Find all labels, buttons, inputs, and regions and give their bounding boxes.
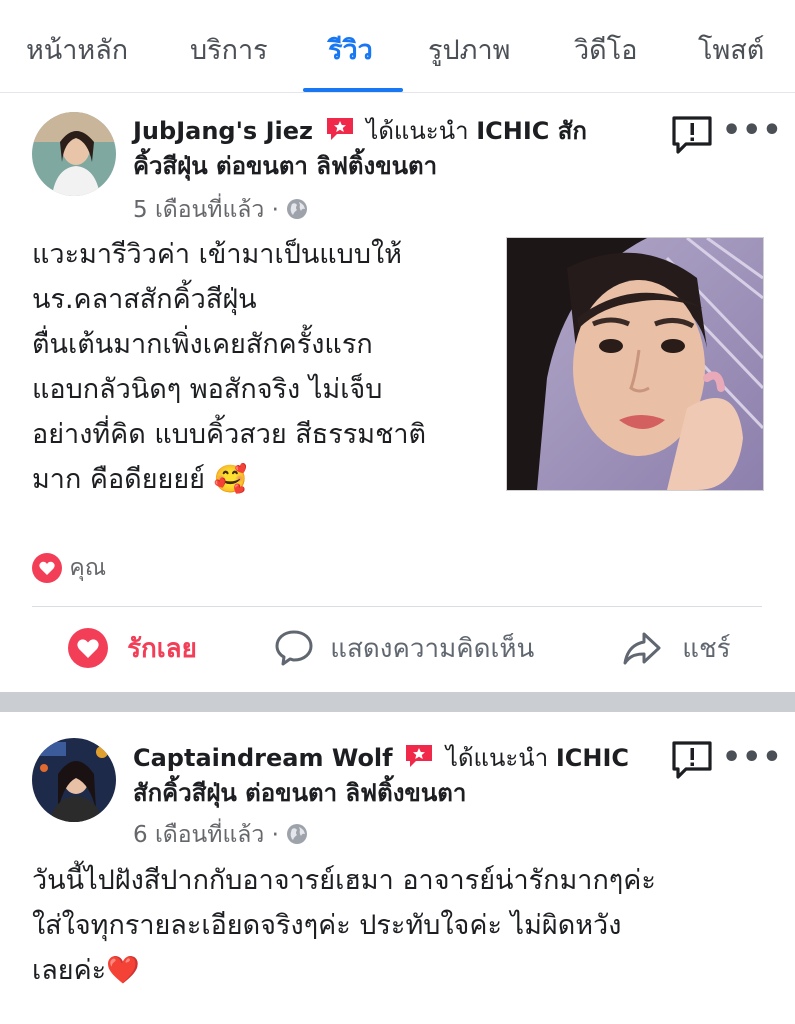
globe-icon [286,823,308,845]
share-button-label: แชร์ [682,634,731,664]
report-flag-icon[interactable] [670,115,714,155]
divider [32,606,762,607]
post-body-line: ใส่ใจทุกรายละเอียดจริงๆค่ะ ประทับใจค่ะ ไ… [32,910,622,941]
post-body-line: แวะมารีวิวค่า เข้ามาเป็นแบบให้ [32,239,402,270]
feed-separator [0,692,795,712]
post-body-line: แอบกลัวนิดๆ พอสักจริง ไม่เจ็บ [32,374,383,405]
love-reaction-icon [32,553,62,583]
post-body: แวะมารีวิวค่า เข้ามาเป็นแบบให้ นร.คลาสสั… [32,232,426,502]
avatar[interactable] [32,112,116,196]
post-timestamp[interactable]: 6 เดือนที่แล้ว [133,822,264,848]
avatar[interactable] [32,738,116,822]
author-name[interactable]: Captaindream Wolf [133,744,393,772]
review-post: JubJang's Jiez ได้แนะนำ ICHIC สัก คิ้วสี… [0,0,795,692]
post-meta: 5 เดือนที่แล้ว · [133,192,308,228]
comment-icon [275,630,313,666]
reaction-summary[interactable]: คุณ [32,550,106,586]
more-options-icon[interactable]: ••• [722,740,783,775]
comment-button-label: แสดงความคิดเห็น [330,634,535,664]
review-post: Captaindream Wolf ได้แนะนำ ICHIC สักคิ้ว… [0,712,795,1024]
love-filled-icon [68,628,108,668]
recommend-text: ได้แนะนำ [445,744,549,772]
page-name-continued[interactable]: สักคิ้วสีฝุ่น ต่อขนตา ลิฟติ้งขนตา [133,779,466,807]
globe-icon [286,198,308,220]
love-button[interactable]: รักเลย [68,628,197,669]
recommend-icon [325,116,355,142]
page-name[interactable]: ICHIC [556,744,629,772]
post-header-line-2: คิ้วสีฝุ่น ต่อขนตา ลิฟติ้งขนตา [133,149,437,183]
more-options-icon[interactable]: ••• [722,113,783,148]
post-body-line: อย่างที่คิด แบบคิ้วสวย สีธรรมชาติ [32,419,427,450]
share-button[interactable]: แชร์ [622,628,731,669]
recommend-text: ได้แนะนำ [366,117,469,145]
post-meta: 6 เดือนที่แล้ว · [133,817,308,853]
recommend-icon [404,743,434,769]
review-photo[interactable] [506,237,764,491]
post-header-line-1: Captaindream Wolf ได้แนะนำ ICHIC [133,741,629,775]
post-body-line: นร.คลาสสักคิ้วสีฝุ่น [32,284,257,315]
page-name-continued[interactable]: คิ้วสีฝุ่น ต่อขนตา ลิฟติ้งขนตา [133,152,437,180]
post-body-line: เลยค่ะ❤️ [32,955,140,986]
post-timestamp[interactable]: 5 เดือนที่แล้ว [133,197,264,223]
post-header-line-1: JubJang's Jiez ได้แนะนำ ICHIC สัก [133,114,587,148]
post-header-line-2: สักคิ้วสีฝุ่น ต่อขนตา ลิฟติ้งขนตา [133,776,466,810]
page-name[interactable]: ICHIC สัก [476,117,587,145]
comment-button[interactable]: แสดงความคิดเห็น [274,628,534,669]
author-name[interactable]: JubJang's Jiez [133,117,313,145]
post-body-line: มาก คือดียยยย์ 🥰 [32,464,248,495]
share-icon [623,632,661,665]
report-flag-icon[interactable] [670,740,714,780]
post-body-line: ตื่นเต้นมากเพิ่งเคยสักครั้งแรก [32,329,373,360]
reaction-names: คุณ [69,555,107,581]
love-button-label: รักเลย [127,634,197,664]
post-body-line: วันนี้ไปฝังสีปากกับอาจารย์เฮมา อาจารย์น่… [32,865,656,896]
post-body: วันนี้ไปฝังสีปากกับอาจารย์เฮมา อาจารย์น่… [32,858,656,993]
